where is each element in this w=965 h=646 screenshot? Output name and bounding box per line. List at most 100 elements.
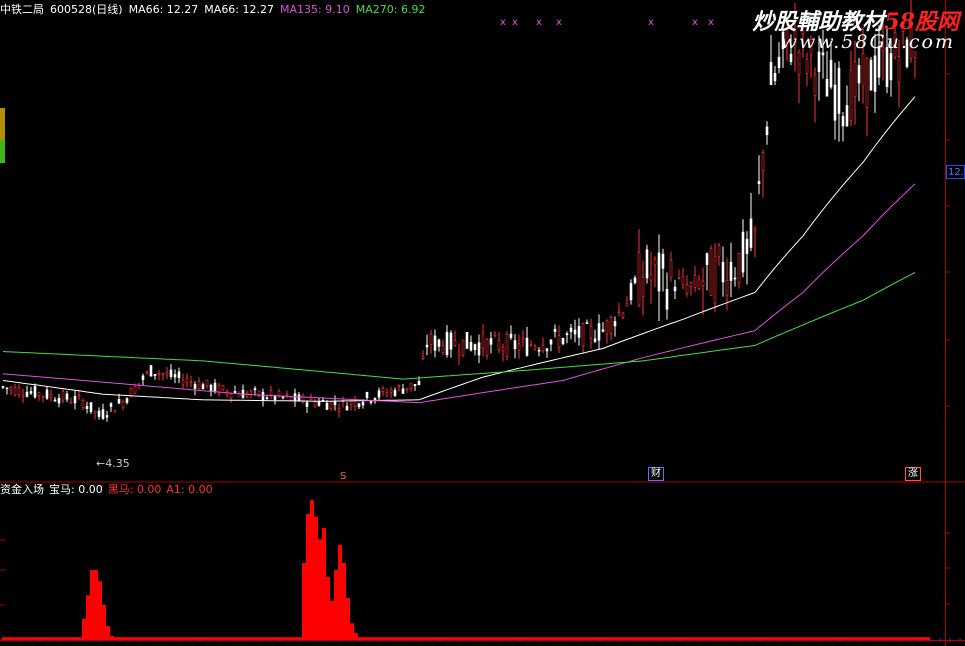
candle-body	[77, 394, 81, 397]
ma-legend: MA66: 12.27 MA66: 12.27 MA135: 9.10 MA270: …	[129, 3, 432, 16]
candle-body	[5, 387, 9, 390]
fund-bar	[386, 637, 390, 640]
fund-bar	[714, 637, 718, 640]
fund-bar	[134, 637, 138, 640]
candle-body	[117, 399, 121, 404]
candle-body	[105, 415, 109, 418]
candle-body	[33, 386, 37, 398]
candle-body	[813, 74, 817, 96]
fund-bar	[182, 637, 186, 640]
fund-bar	[622, 637, 626, 640]
candle-body	[513, 340, 517, 350]
fund-bar	[674, 637, 678, 640]
fund-bar	[422, 637, 426, 640]
candle-body	[729, 261, 733, 281]
fund-bar	[234, 637, 238, 640]
fund-bar	[902, 637, 906, 640]
fund-bar	[450, 637, 454, 640]
fund-bar	[638, 637, 642, 640]
candle-body	[417, 380, 421, 386]
fund-bar	[698, 637, 702, 640]
candle-body	[289, 396, 293, 401]
candle-body	[377, 390, 381, 398]
fund-bar	[658, 637, 662, 640]
candle-body	[61, 391, 65, 401]
candle-body	[41, 395, 45, 398]
fund-bar	[38, 637, 42, 640]
candle-body	[17, 387, 21, 395]
marker-s[interactable]: S	[338, 471, 348, 483]
stock-name: 中铁二局	[0, 3, 44, 16]
fund-bar	[78, 637, 82, 640]
ma-legend-item: MA66: 12.27	[128, 3, 199, 16]
fund-bar	[922, 637, 926, 640]
marker-cai[interactable]: 财	[648, 467, 664, 481]
fund-bar	[550, 637, 554, 640]
fund-bar	[306, 514, 310, 640]
candle-body	[593, 338, 597, 342]
fund-bar	[426, 637, 430, 640]
candle-body	[213, 382, 217, 392]
fund-bar	[86, 595, 90, 640]
fund-bar	[138, 637, 142, 640]
candle-body	[185, 378, 189, 383]
candle-body	[869, 59, 873, 91]
fund-bar	[54, 637, 58, 640]
candle-body	[369, 401, 373, 403]
candle-body	[557, 335, 561, 348]
fund-bar	[570, 637, 574, 640]
fund-bar	[314, 516, 318, 640]
candle-body	[549, 339, 553, 345]
candle-body	[465, 332, 469, 349]
candle-body	[565, 333, 569, 335]
fund-bar	[818, 637, 822, 640]
fund-bar	[798, 637, 802, 640]
candle-body	[789, 53, 793, 62]
candle-body	[449, 332, 453, 350]
fund-bar	[394, 637, 398, 640]
fund-bar	[494, 637, 498, 640]
fund-bar	[518, 637, 522, 640]
fund-bar	[734, 637, 738, 640]
fund-bar	[186, 637, 190, 640]
fund-bar	[606, 637, 610, 640]
fund-bar	[326, 577, 330, 640]
candle-body	[849, 69, 853, 121]
candle-body	[253, 388, 257, 390]
fund-bar	[46, 637, 50, 640]
fund-bar	[442, 637, 446, 640]
candle-body	[561, 338, 565, 345]
candle-body	[481, 333, 485, 350]
fund-bar	[286, 637, 290, 640]
fund-bar	[334, 570, 338, 640]
fund-bar	[690, 637, 694, 640]
candle-body	[757, 181, 761, 185]
chart-canvas[interactable]: xxxxxxx	[0, 0, 965, 646]
fund-bar	[526, 637, 530, 640]
fund-bar	[578, 637, 582, 640]
last-price-tag: 12.	[946, 165, 965, 179]
fund-bar	[382, 637, 386, 640]
fund-bar	[554, 637, 558, 640]
candle-body	[29, 391, 33, 394]
fund-bar	[354, 633, 358, 640]
fund-bar	[826, 637, 830, 640]
fund-bar	[846, 637, 850, 640]
candle-body	[221, 385, 225, 391]
candle-body	[145, 371, 149, 374]
fund-bar	[162, 637, 166, 640]
signal-marker: x	[512, 17, 518, 28]
candle-body	[49, 393, 53, 398]
fund-bar	[750, 637, 754, 640]
marker-zhang[interactable]: 涨	[905, 467, 921, 481]
candle-body	[717, 245, 721, 257]
candle-body	[797, 51, 801, 76]
fund-bar	[702, 637, 706, 640]
candle-body	[389, 389, 393, 393]
candle-body	[769, 62, 773, 85]
fund-bar	[90, 570, 94, 640]
candle-body	[841, 116, 845, 127]
fund-bar	[274, 637, 278, 640]
candle-body	[161, 373, 165, 376]
candle-body	[445, 331, 449, 355]
